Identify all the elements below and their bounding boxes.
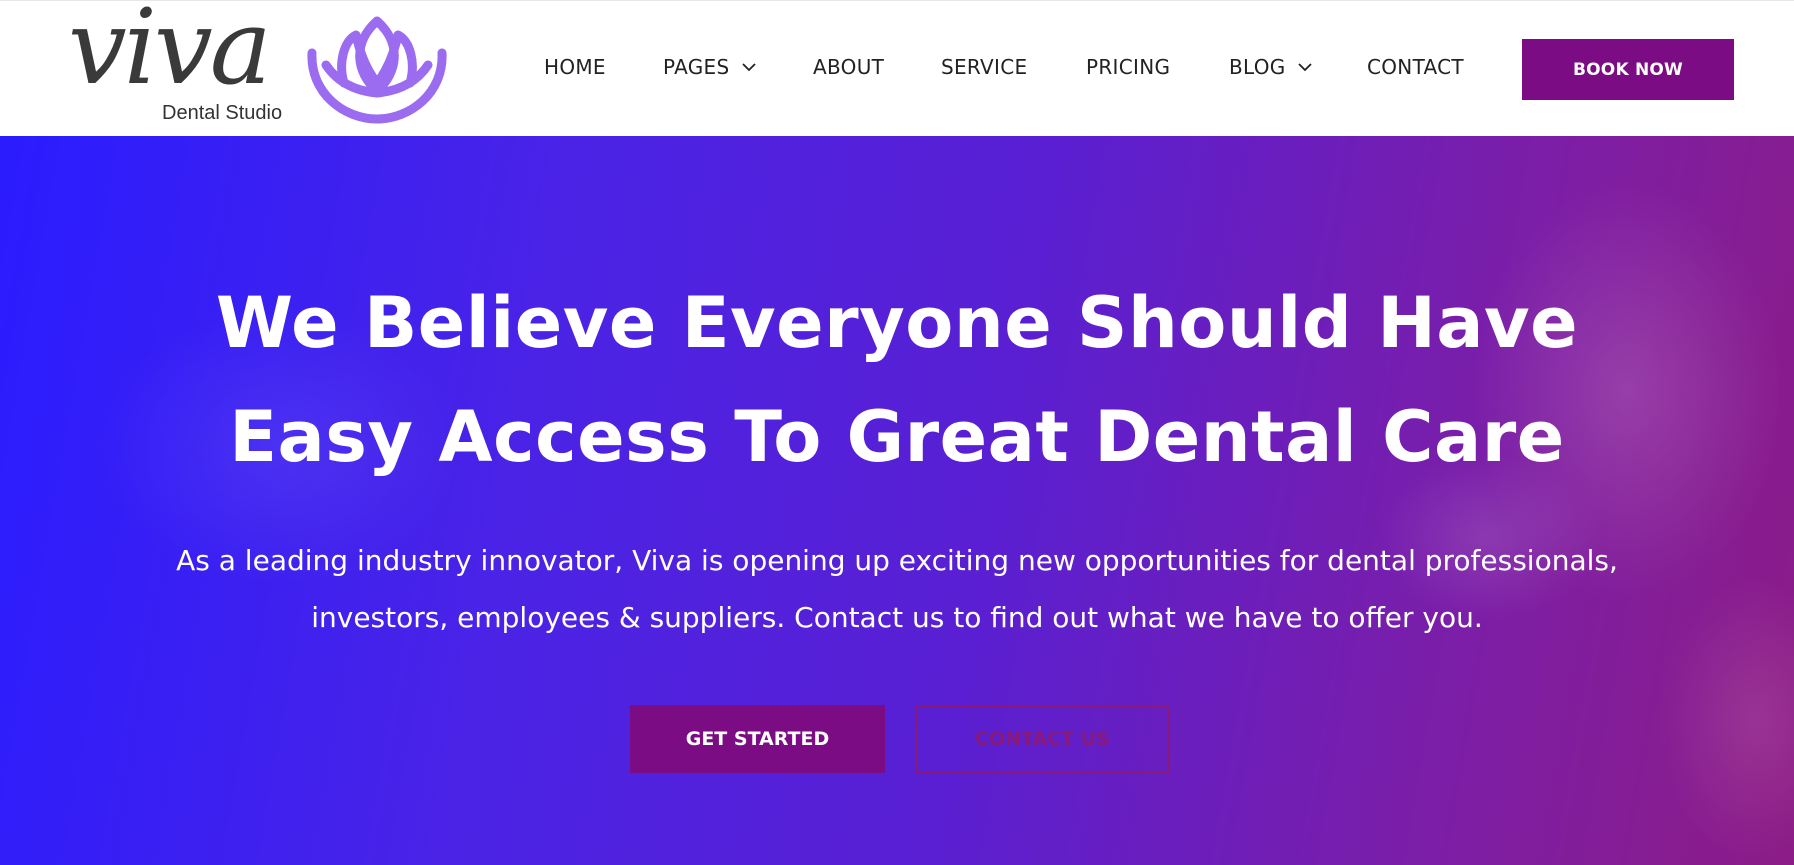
nav-item-label: PAGES [663,55,730,79]
hero-subtitle-line2: investors, employees & suppliers. Contac… [311,601,1483,634]
nav-item-blog[interactable]: BLOG [1229,55,1312,79]
nav-item-label: PRICING [1086,55,1171,79]
hero-title-line2: Easy Access To Great Dental Care [229,396,1565,478]
nav-item-label: BLOG [1229,55,1286,79]
hero-title-line1: We Believe Everyone Should Have [215,282,1579,364]
nav-item-contact[interactable]: CONTACT [1367,55,1464,79]
hero-subtitle: As a leading industry innovator, Viva is… [100,532,1694,646]
get-started-button[interactable]: GET STARTED [630,705,885,773]
nav-item-label: CONTACT [1367,55,1464,79]
nav-item-home[interactable]: HOME [544,55,606,79]
chevron-down-icon [742,62,756,71]
site-header: viva Dental Studio HOME PAGES ABOUT SERV… [0,0,1794,136]
nav-item-label: HOME [544,55,606,79]
chevron-down-icon [1298,62,1312,71]
nav-item-label: SERVICE [941,55,1028,79]
nav-item-label: ABOUT [813,55,885,79]
contact-us-button[interactable]: CONTACT US [915,705,1170,773]
hero-title: We Believe Everyone Should Have Easy Acc… [0,266,1794,494]
nav-item-service[interactable]: SERVICE [941,55,1027,79]
logo-wordmark: viva [68,0,272,108]
hero-subtitle-line1: As a leading industry innovator, Viva is… [176,544,1618,577]
hero-section: We Believe Everyone Should Have Easy Acc… [0,136,1794,865]
nav-item-pages[interactable]: PAGES [663,55,756,79]
brand-logo[interactable]: viva Dental Studio [68,0,458,129]
logo-subtitle: Dental Studio [162,102,283,124]
nav-item-pricing[interactable]: PRICING [1086,55,1170,79]
lotus-icon [307,16,447,124]
nav-item-about[interactable]: ABOUT [813,55,884,79]
book-now-button[interactable]: BOOK NOW [1522,39,1734,100]
